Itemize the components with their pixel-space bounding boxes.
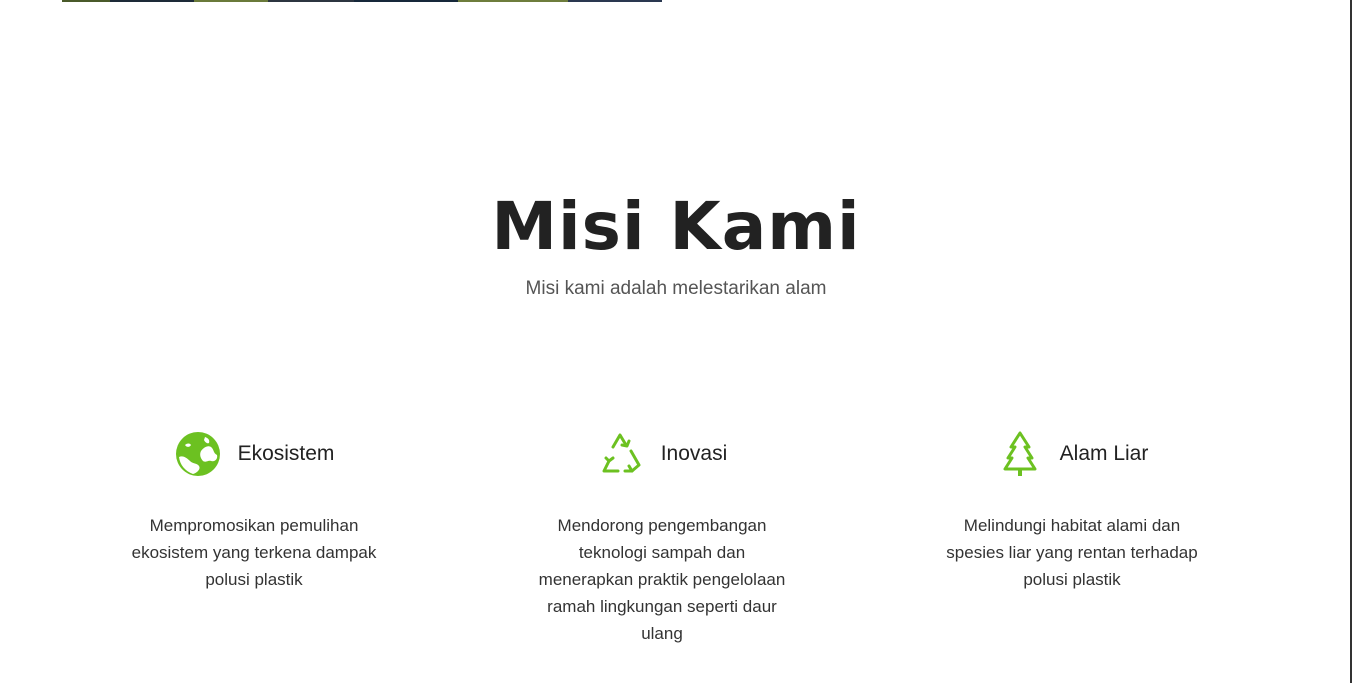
feature-description: Mendorong pengembangan teknologi sampah … bbox=[538, 516, 786, 643]
feature-description: Melindungi habitat alami dan spesies lia… bbox=[946, 516, 1198, 589]
feature-description: Mempromosikan pemulihan ekosistem yang t… bbox=[131, 516, 377, 589]
feature-ecosystem: Ekosistem Mempromosikan pemulihan ekosis… bbox=[94, 430, 414, 593]
page: Misi Kami Misi kami adalah melestarikan … bbox=[0, 0, 1352, 683]
feature-header: Ekosistem bbox=[94, 430, 414, 478]
mission-subtitle: Misi kami adalah melestarikan alam bbox=[525, 278, 827, 299]
feature-wildlife: Alam Liar Melindungi habitat alami dan s… bbox=[912, 430, 1232, 593]
globe-icon bbox=[174, 430, 222, 478]
feature-header: Alam Liar bbox=[912, 430, 1232, 478]
tree-icon bbox=[996, 430, 1044, 478]
feature-header: Inovasi bbox=[502, 430, 822, 478]
previous-section-image-strip bbox=[62, 0, 662, 2]
feature-title: Ekosistem bbox=[237, 442, 335, 465]
feature-title: Inovasi bbox=[660, 442, 728, 465]
recycle-icon bbox=[597, 430, 645, 478]
feature-innovation: Inovasi Mendorong pengembangan teknologi… bbox=[502, 430, 822, 647]
feature-title: Alam Liar bbox=[1059, 442, 1149, 465]
mission-title: Misi Kami bbox=[491, 188, 861, 265]
